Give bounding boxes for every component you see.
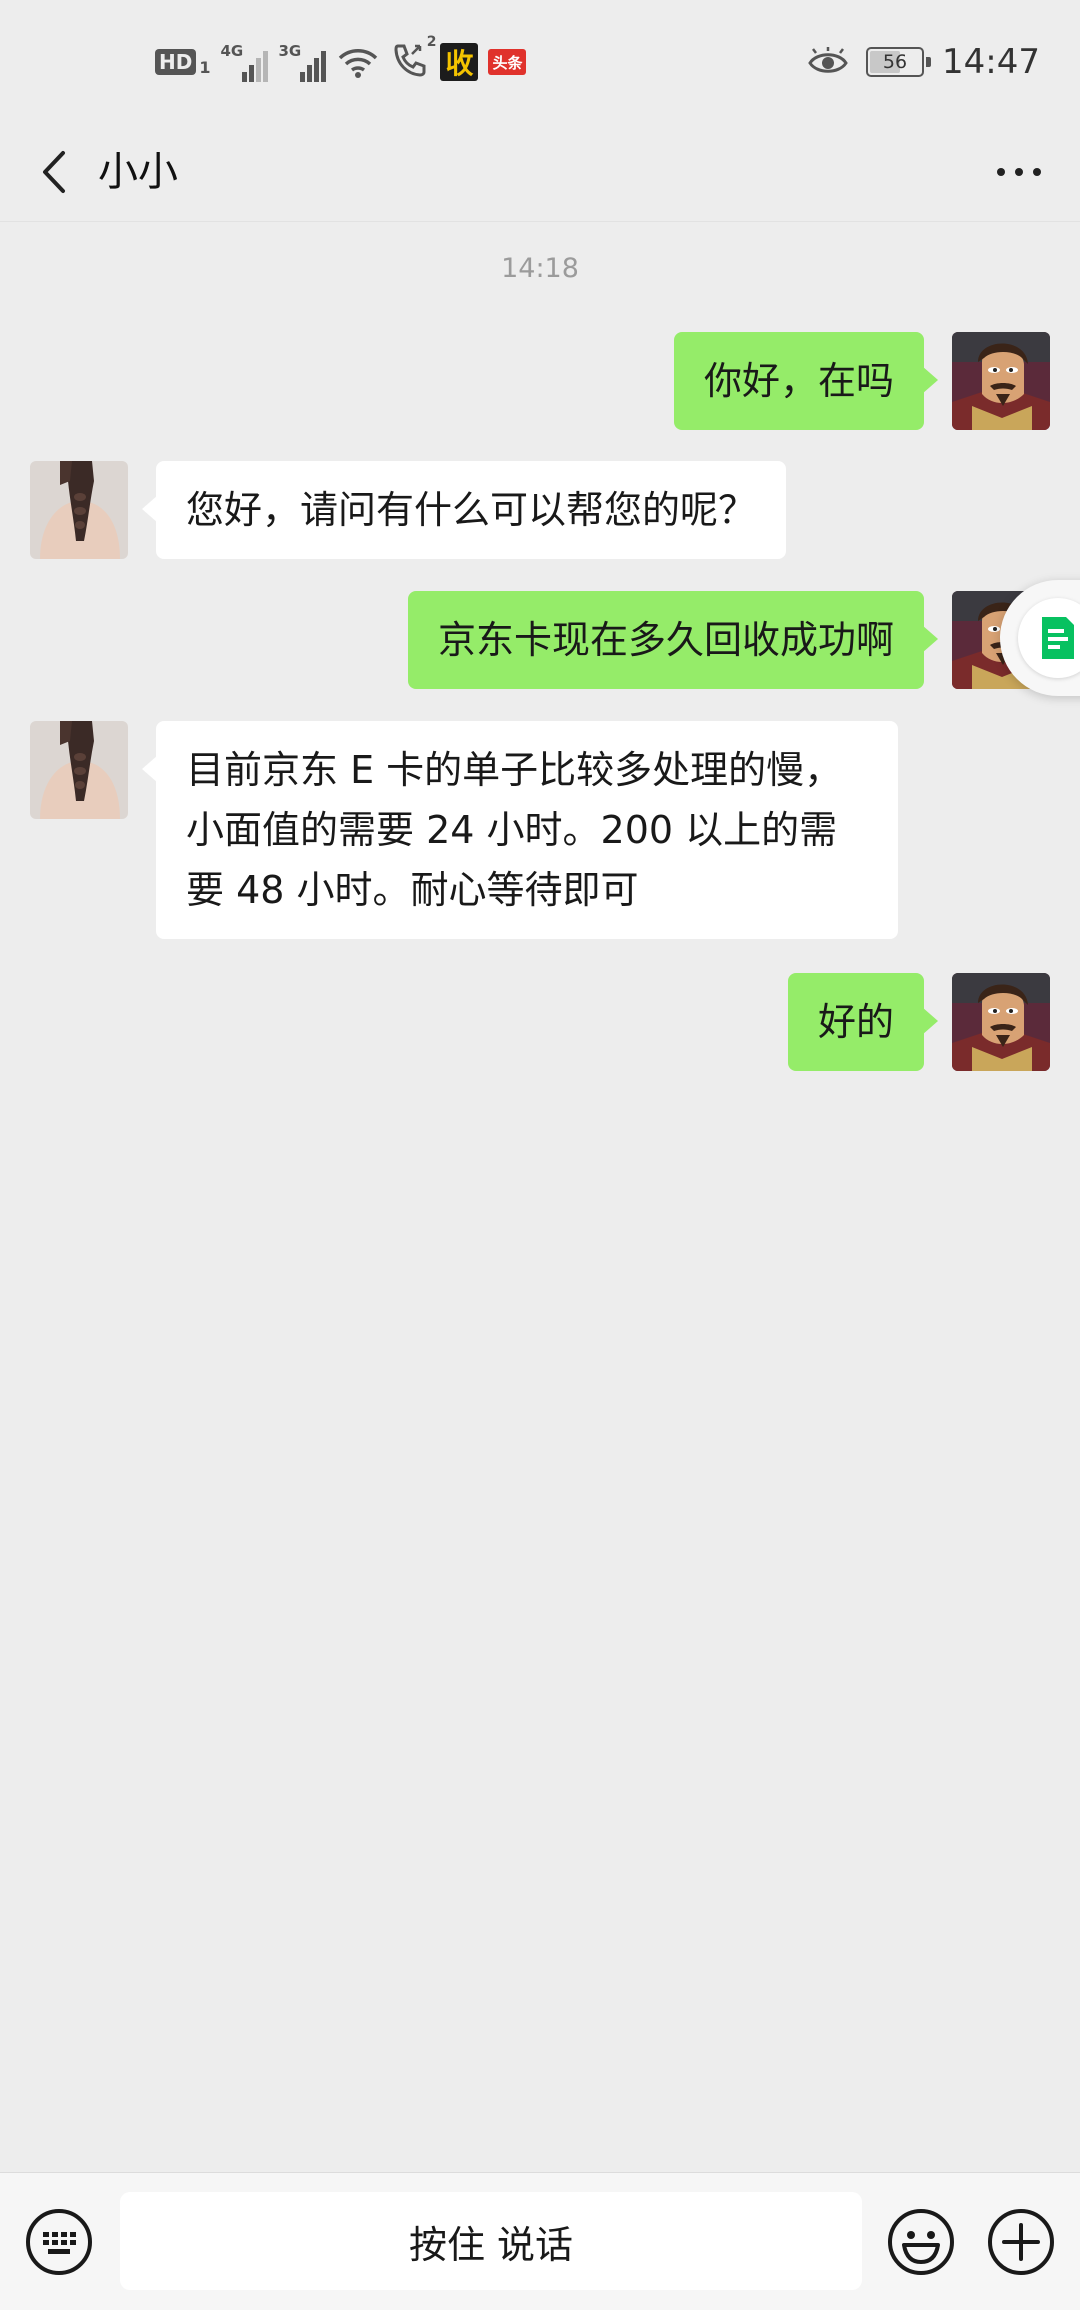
time-divider: 14:18 [501, 253, 579, 284]
hd-label: HD [155, 49, 197, 75]
plus-icon[interactable] [986, 2207, 1056, 2277]
back-button[interactable] [26, 144, 82, 200]
hd-call-icon: 2 [390, 34, 436, 84]
keyboard-icon[interactable] [24, 2207, 94, 2277]
call-badge: 2 [426, 34, 437, 50]
message-bubble-outgoing[interactable]: 京东卡现在多久回收成功啊 [407, 591, 939, 689]
chevron-left-icon [43, 151, 65, 193]
signal-3g-icon: 3G [278, 42, 327, 82]
contact-avatar-image [30, 461, 128, 559]
more-dots-icon [997, 168, 1005, 176]
avatar-contact[interactable] [30, 721, 128, 819]
message-bubble-outgoing[interactable]: 好的 [787, 973, 939, 1071]
signal-3g-label: 3G [278, 42, 302, 60]
signal-4g-label: 4G [220, 42, 244, 60]
battery-icon: 56 [866, 47, 932, 77]
status-bar: HD 1 4G 3G 2 收 头条 56 14:47 [0, 0, 1080, 122]
battery-level: 56 [882, 51, 908, 73]
avatar-contact[interactable] [30, 461, 128, 559]
message-row-incoming: 目前京东 E 卡的单子比较多处理的慢，小面值的需要 24 小时。200 以上的需… [0, 721, 1080, 943]
contact-avatar-image [30, 721, 128, 819]
emoji-icon[interactable] [886, 2207, 956, 2277]
message-bubble-outgoing[interactable]: 你好，在吗 [673, 332, 939, 430]
signal-4g-icon: 4G [220, 42, 269, 82]
self-avatar-image [952, 332, 1050, 430]
floating-window-button[interactable] [1018, 598, 1080, 678]
message-row-incoming: 您好，请问有什么可以帮您的呢？ [0, 461, 1080, 561]
message-bubble-incoming[interactable]: 您好，请问有什么可以帮您的呢？ [141, 461, 787, 559]
message-row-outgoing: 好的 [0, 973, 1080, 1073]
hd-sim-label: 1 [199, 57, 211, 77]
document-icon [1042, 617, 1074, 659]
chat-input-bar: 按住 说话 [0, 2172, 1080, 2310]
chat-header: 小小 [0, 122, 1080, 222]
status-time: 14:47 [942, 42, 1040, 82]
eye-comfort-icon [808, 47, 848, 73]
message-row-outgoing: 你好，在吗 [0, 332, 1080, 432]
hold-to-talk-button[interactable]: 按住 说话 [120, 2192, 862, 2290]
avatar-self[interactable] [952, 973, 1050, 1071]
hd-volte-icon: HD 1 [155, 48, 210, 77]
avatar-self[interactable] [952, 332, 1050, 430]
shou-app-icon: 收 [440, 43, 479, 81]
message-row-outgoing: 京东卡现在多久回收成功啊 [0, 591, 1080, 691]
wifi-icon [339, 49, 378, 78]
toutiao-app-icon: 头条 [488, 49, 527, 75]
message-bubble-incoming[interactable]: 目前京东 E 卡的单子比较多处理的慢，小面值的需要 24 小时。200 以上的需… [142, 721, 898, 939]
chat-title: 小小 [98, 149, 178, 195]
self-avatar-image [952, 973, 1050, 1071]
message-list[interactable]: 14:18 你好，在吗 您好，请问有什么可以帮您的呢？ 京东卡现在多久回收成功啊… [0, 223, 1080, 2173]
status-left-icons: HD 1 4G 3G 2 收 头条 [155, 34, 527, 86]
more-button[interactable] [984, 144, 1054, 200]
status-right-icons: 56 14:47 [808, 38, 1040, 86]
